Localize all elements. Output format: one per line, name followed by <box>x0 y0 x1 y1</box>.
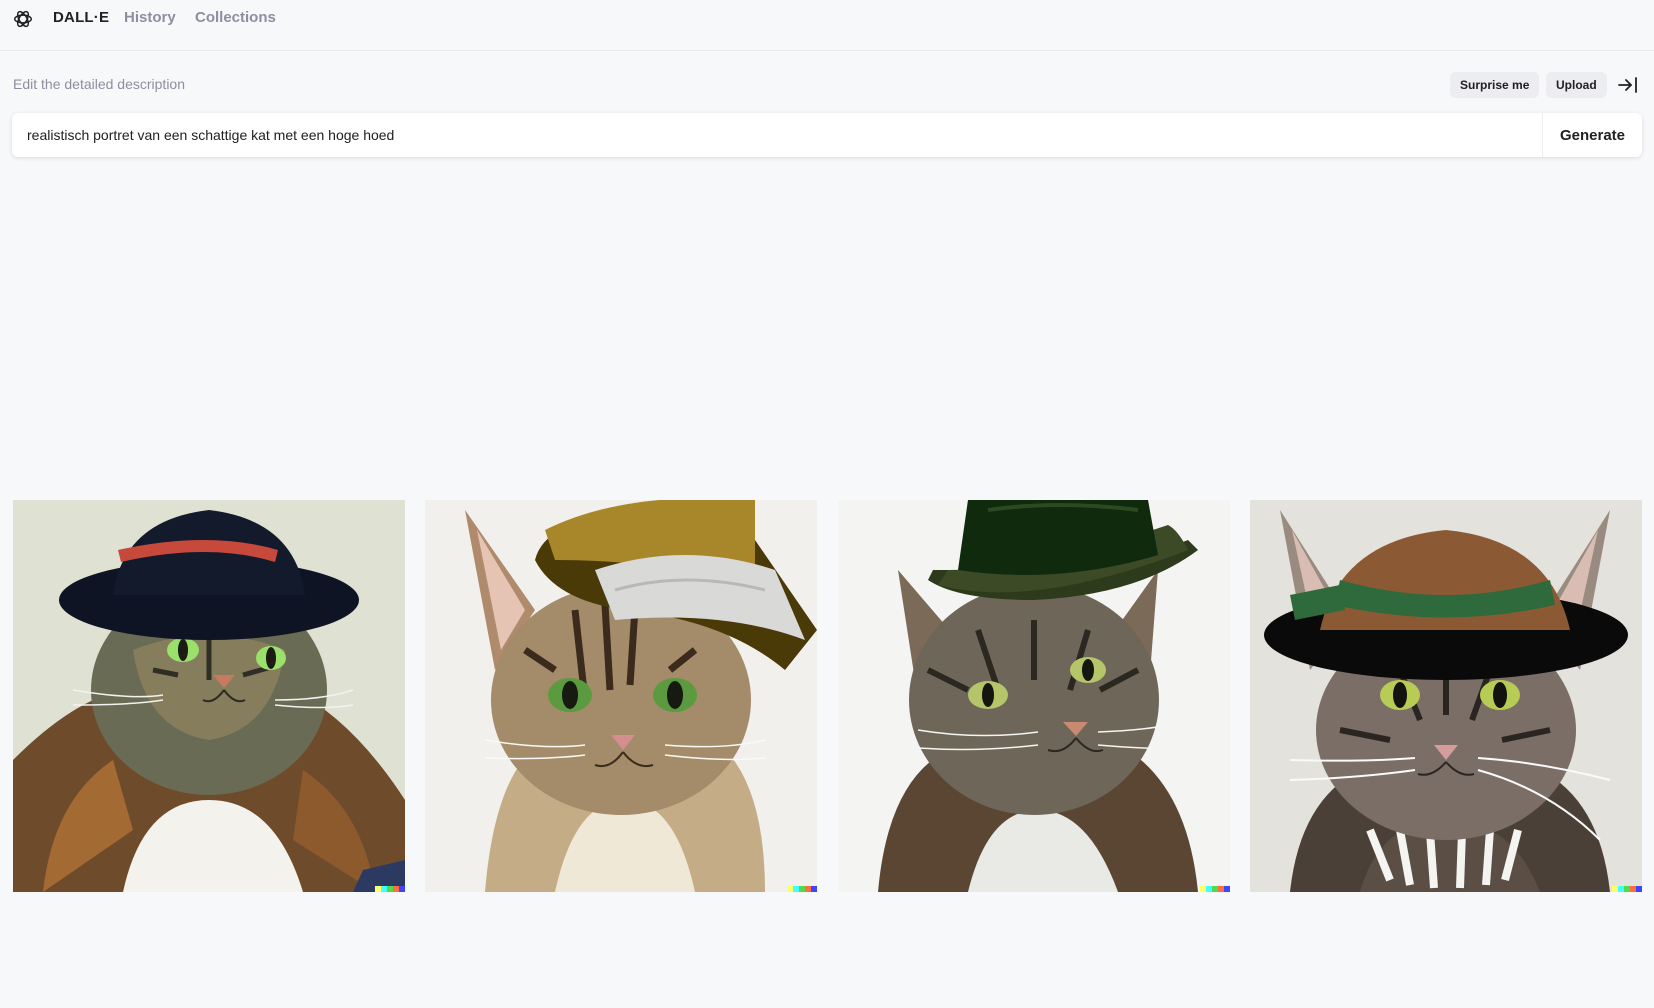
generated-image-4[interactable] <box>1250 500 1642 892</box>
prompt-input[interactable] <box>12 113 1542 157</box>
image-signature <box>787 886 817 892</box>
generated-image-2[interactable] <box>425 500 817 892</box>
nav-history-link[interactable]: History <box>124 9 176 26</box>
image-signature <box>1612 886 1642 892</box>
upload-button[interactable]: Upload <box>1546 72 1607 98</box>
generated-image-1[interactable] <box>13 500 405 892</box>
generate-button[interactable]: Generate <box>1542 113 1642 157</box>
nav-collections-link[interactable]: Collections <box>195 9 276 26</box>
openai-logo-icon[interactable] <box>12 8 34 30</box>
image-signature <box>1200 886 1230 892</box>
brand-name[interactable]: DALL·E <box>53 9 109 26</box>
edit-description-label: Edit the detailed description <box>13 76 185 92</box>
collapse-panel-icon[interactable] <box>1618 76 1638 94</box>
prompt-bar: Generate <box>12 113 1642 157</box>
generated-image-3[interactable] <box>838 500 1230 892</box>
top-navigation-bar: DALL·E History Collections <box>0 0 1654 51</box>
surprise-me-button[interactable]: Surprise me <box>1450 72 1540 98</box>
image-signature <box>375 886 405 892</box>
image-gallery <box>13 500 1642 892</box>
